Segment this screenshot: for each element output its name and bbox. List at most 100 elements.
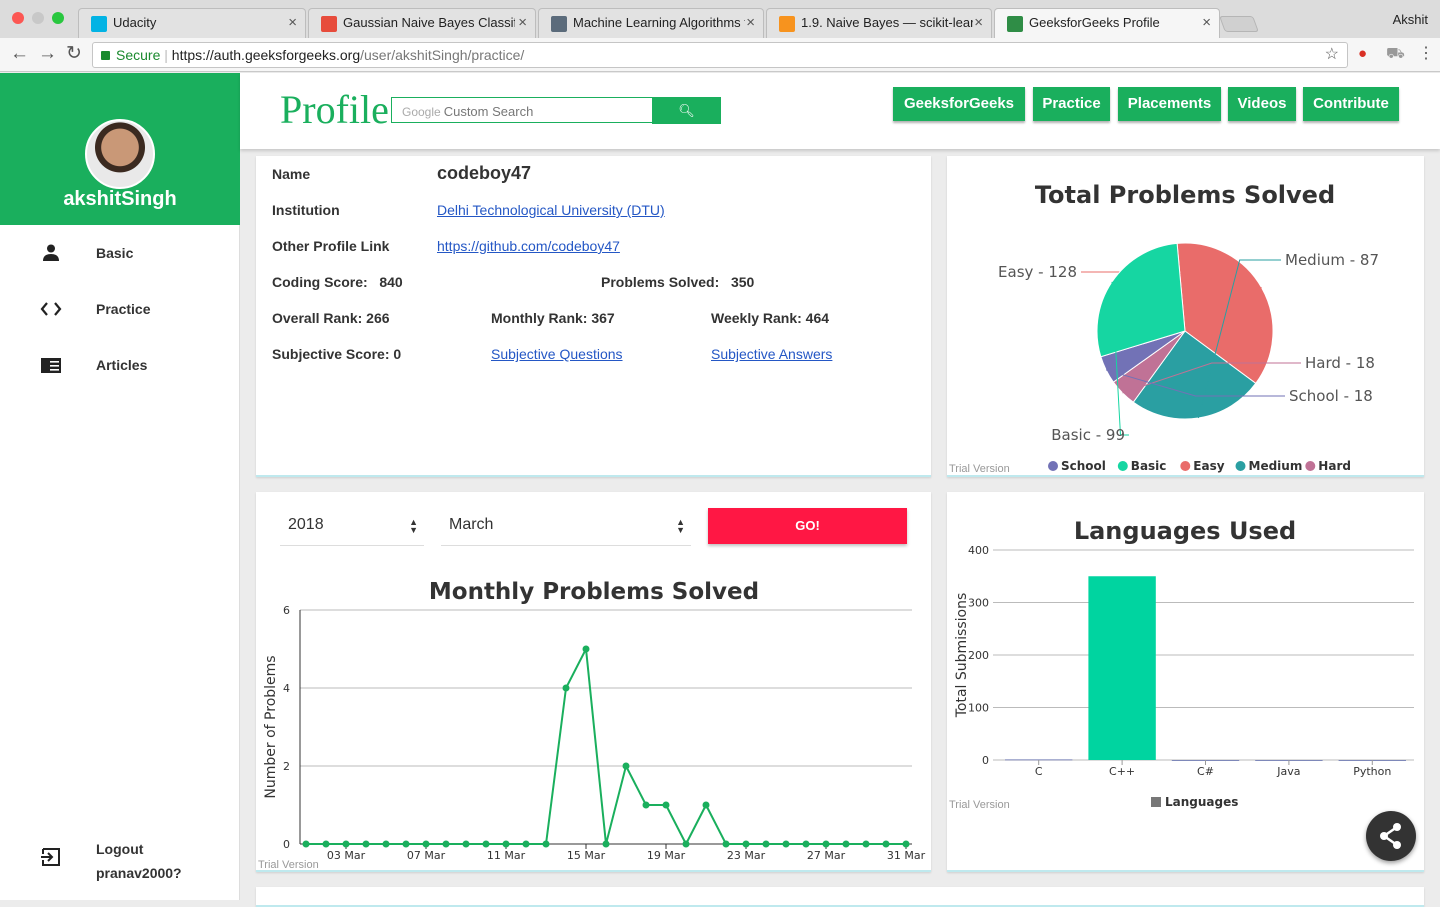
search-placeholder: Custom Search	[443, 104, 534, 119]
bookmark-star-icon[interactable]: ☆	[1325, 43, 1339, 67]
code-icon	[40, 302, 62, 316]
browser-tab[interactable]: Machine Learning Algorithms f ×	[538, 8, 764, 38]
sidebar-item-label: Basic	[96, 245, 134, 261]
secure-label: Secure	[116, 47, 161, 63]
maximize-window-button[interactable]	[52, 12, 64, 24]
problems-solved-value: 350	[730, 274, 755, 290]
sidebar: akshitSingh Basic Practice Articles Logo…	[0, 73, 240, 900]
nav-placements[interactable]: Placements	[1118, 87, 1221, 121]
problems-solved-label: Problems Solved:	[601, 274, 720, 290]
x-tick-label: C	[1035, 765, 1043, 778]
x-tick-label: 15 Mar	[567, 849, 606, 862]
tab-title: 1.9. Naive Bayes — scikit-learn	[801, 15, 973, 30]
languages-card: Languages Used 0 100 200 300 400 Total Submiss…	[947, 492, 1424, 872]
tab-favicon-icon	[551, 16, 567, 32]
data-point	[682, 840, 690, 848]
monthly-rank: Monthly Rank: 367	[491, 310, 615, 326]
institution-link[interactable]: Delhi Technological University (DTU)	[437, 202, 665, 218]
total-problems-card: Total Problems Solved Easy - 128 Medium - …	[947, 156, 1424, 477]
data-point	[702, 801, 710, 809]
tab-favicon-icon	[91, 16, 107, 32]
data-point	[322, 840, 330, 848]
data-point	[862, 840, 870, 848]
x-tick-label: 19 Mar	[647, 849, 686, 862]
github-link[interactable]: https://github.com/codeboy47	[437, 238, 620, 254]
y-tick-label: 100	[968, 702, 989, 715]
x-tick-label: 27 Mar	[807, 849, 846, 862]
sidebar-item-articles[interactable]: Articles	[0, 345, 240, 385]
y-tick-label: 6	[283, 604, 290, 617]
profile-username: akshitSingh	[63, 188, 177, 210]
close-window-button[interactable]	[12, 12, 24, 24]
other-profile-label: Other Profile Link	[272, 238, 390, 254]
minimize-window-button[interactable]	[32, 12, 44, 24]
search-input[interactable]: Google Custom Search	[391, 97, 653, 123]
close-tab-icon[interactable]: ×	[1202, 14, 1211, 31]
x-tick-label: Python	[1353, 765, 1391, 778]
browser-toolbar: ← → ↻ Secure | https://auth.geeksforgeek…	[0, 38, 1440, 72]
x-tick-label: 07 Mar	[407, 849, 446, 862]
logout-button[interactable]: Logout pranav2000?	[0, 833, 240, 893]
tab-favicon-icon	[1007, 16, 1023, 32]
browser-menu-icon[interactable]: ⋮	[1418, 43, 1434, 65]
cart-icon[interactable]: ⛟	[1386, 43, 1405, 65]
x-tick-label: 31 Mar	[887, 849, 926, 862]
search-button[interactable]: 🔍︎	[652, 97, 721, 124]
back-arrow-icon[interactable]: ←	[10, 43, 29, 65]
browser-tab[interactable]: 1.9. Naive Bayes — scikit-learn ×	[766, 8, 992, 38]
data-point	[342, 840, 350, 848]
problems-solved: Problems Solved: 350	[601, 274, 754, 290]
reload-icon[interactable]: ↻	[66, 43, 82, 65]
logout-label: Logout	[96, 841, 144, 857]
data-point	[462, 840, 470, 848]
browser-tab-active[interactable]: GeeksforGeeks Profile ×	[994, 8, 1220, 38]
browser-user-name[interactable]: Akshit	[1393, 12, 1428, 27]
search-icon: 🔍︎	[678, 103, 695, 118]
close-tab-icon[interactable]: ×	[974, 14, 983, 31]
data-point	[622, 762, 630, 770]
sidebar-profile-header: akshitSingh	[0, 73, 240, 225]
trial-version-label: Trial Version	[949, 799, 1010, 811]
data-point	[822, 840, 830, 848]
nav-videos[interactable]: Videos	[1228, 87, 1296, 121]
close-tab-icon[interactable]: ×	[518, 14, 527, 31]
chart-title: Languages Used	[1074, 517, 1296, 545]
legend-item: Easy	[1193, 459, 1224, 473]
x-tick-label: C++	[1109, 765, 1135, 778]
data-point	[602, 840, 610, 848]
browser-tab[interactable]: Gaussian Naive Bayes Classific ×	[308, 8, 536, 38]
browser-tab[interactable]: Udacity ×	[78, 8, 306, 38]
name-value: codeboy47	[437, 163, 532, 183]
tab-title: Machine Learning Algorithms f	[573, 15, 745, 30]
y-axis-label: Number of Problems	[263, 655, 279, 798]
tab-title: Gaussian Naive Bayes Classific	[343, 15, 515, 30]
subjective-questions-link[interactable]: Subjective Questions	[491, 346, 623, 362]
address-bar[interactable]: Secure | https://auth.geeksforgeeks.org/…	[92, 42, 1348, 68]
sidebar-item-practice[interactable]: Practice	[0, 289, 240, 329]
nav-geeksforgeeks[interactable]: GeeksforGeeks	[893, 87, 1025, 121]
sidebar-item-basic[interactable]: Basic	[0, 233, 240, 273]
data-point	[382, 840, 390, 848]
nav-practice[interactable]: Practice	[1033, 87, 1110, 121]
close-tab-icon[interactable]: ×	[288, 14, 297, 31]
forward-arrow-icon[interactable]: →	[38, 43, 57, 65]
close-tab-icon[interactable]: ×	[746, 14, 755, 31]
coding-score: Coding Score: 840	[272, 274, 403, 290]
tab-title: Udacity	[113, 15, 157, 30]
overall-rank: Overall Rank: 266	[272, 310, 390, 326]
legend-item: Basic	[1131, 459, 1167, 473]
extension-icon[interactable]: ●	[1358, 43, 1367, 65]
new-tab-button[interactable]	[1219, 16, 1259, 32]
share-button[interactable]	[1366, 811, 1416, 861]
bar-chart: Languages Used 0 100 200 300 400 Total Submiss…	[954, 517, 1414, 809]
data-point	[742, 840, 750, 848]
data-point	[482, 840, 490, 848]
nav-contribute[interactable]: Contribute	[1303, 87, 1399, 121]
browser-tab-bar: Udacity × Gaussian Naive Bayes Classific ×…	[0, 0, 1440, 38]
subjective-answers-link[interactable]: Subjective Answers	[711, 346, 832, 362]
data-point	[302, 840, 310, 848]
page-title: Profile	[280, 87, 389, 132]
y-tick-label: 4	[283, 682, 290, 695]
pie-slice-label: Easy - 128	[998, 263, 1077, 281]
bar	[1088, 576, 1156, 760]
